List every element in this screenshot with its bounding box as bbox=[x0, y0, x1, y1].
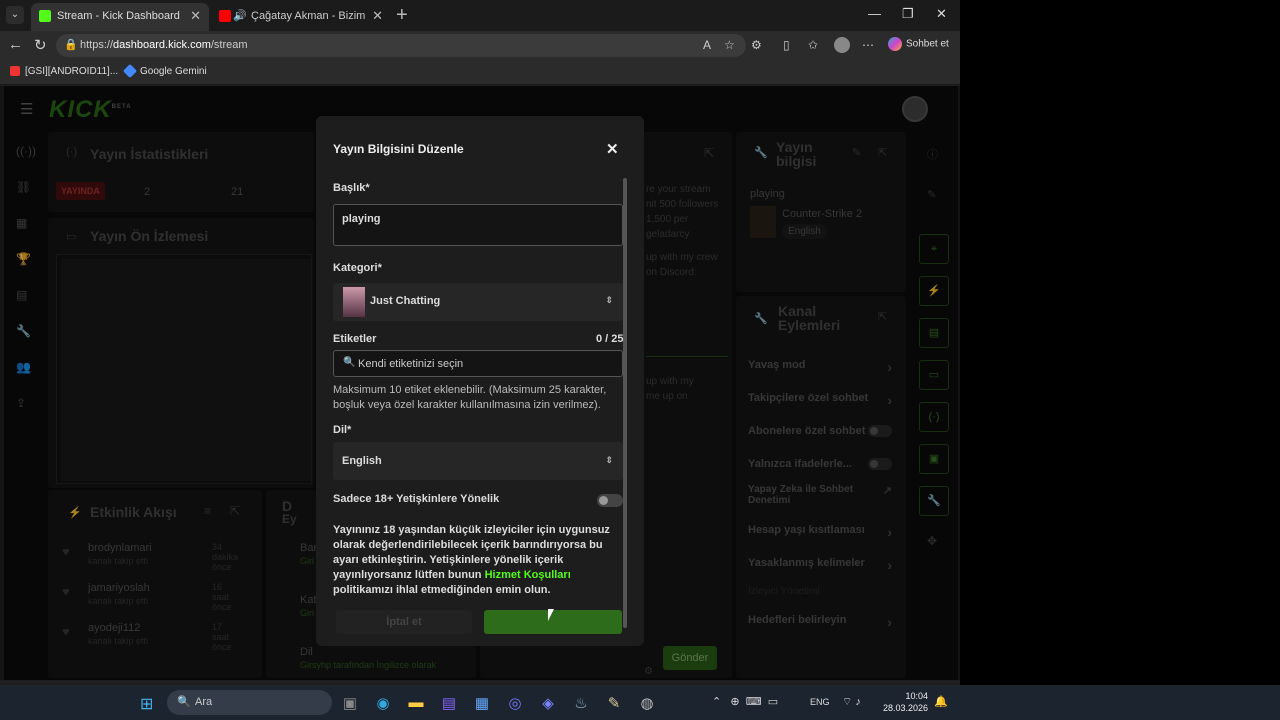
category-thumbnail bbox=[343, 287, 365, 317]
letterbox-area bbox=[960, 0, 1280, 685]
speaker-icon[interactable]: 🔊 bbox=[233, 3, 247, 29]
copilot-icon bbox=[888, 37, 902, 51]
recorder-icon[interactable]: ◍ bbox=[637, 694, 657, 712]
bookmark-gemini[interactable]: Google Gemini bbox=[122, 64, 207, 79]
favorites-icon[interactable]: ✩ bbox=[808, 38, 818, 52]
adult-content-toggle[interactable] bbox=[597, 494, 623, 507]
title-label: Başlık* bbox=[333, 182, 370, 194]
youtube-favicon-icon bbox=[219, 10, 231, 22]
tab-bar: ⌄ Stream - Kick Dashboard ✕ Çağatay Akma… bbox=[0, 0, 960, 31]
search-placeholder: Ara bbox=[195, 696, 213, 708]
favorite-star-icon[interactable]: ☆ bbox=[724, 38, 735, 52]
profile-avatar[interactable] bbox=[834, 37, 850, 53]
browser-window: ⌄ Stream - Kick Dashboard ✕ Çağatay Akma… bbox=[0, 0, 960, 720]
discord-icon[interactable]: ◎ bbox=[505, 694, 525, 712]
modal-title: Yayın Bilgisini Düzenle bbox=[333, 142, 464, 156]
copilot-button[interactable]: Sohbet et bbox=[888, 37, 949, 51]
search-icon: 🔍 bbox=[177, 696, 191, 708]
select-arrows-icon: ⇕ bbox=[605, 455, 613, 465]
close-icon[interactable]: ✕ bbox=[606, 140, 619, 158]
tab-title: Stream - Kick Dashboard bbox=[57, 10, 180, 22]
new-tab-button[interactable]: + bbox=[396, 3, 408, 27]
minimize-button[interactable]: — bbox=[868, 6, 881, 21]
extensions-icon[interactable]: ⚙ bbox=[751, 38, 762, 52]
copilot-label: Sohbet et bbox=[906, 38, 949, 50]
task-view-icon[interactable]: ▣ bbox=[340, 694, 360, 712]
select-arrows-icon: ⇕ bbox=[605, 295, 613, 305]
category-value: Just Chatting bbox=[370, 295, 441, 307]
system-tray[interactable]: ⌃ ⊕ ⌨ ▭ bbox=[712, 695, 778, 708]
mouse-cursor-icon bbox=[548, 609, 554, 621]
url-domain: dashboard.kick.com bbox=[113, 39, 211, 51]
address-toolbar: ← ↻ 🔒 https://dashboard.kick.com/stream … bbox=[0, 31, 960, 60]
tab-kick-dashboard[interactable]: Stream - Kick Dashboard ✕ bbox=[31, 3, 209, 31]
tab-title: Çağatay Akman - Bizim Hikaye bbox=[251, 10, 369, 22]
maximize-button[interactable]: ❐ bbox=[902, 6, 914, 22]
category-select[interactable]: Just Chatting ⇕ bbox=[333, 283, 623, 321]
tab-youtube[interactable]: Çağatay Akman - Bizim Hikaye 🔊 ✕ bbox=[211, 3, 391, 31]
tags-input[interactable]: 🔍 Kendi etiketinizi seçin bbox=[333, 350, 623, 377]
back-arrow-icon[interactable]: ← bbox=[8, 36, 23, 53]
clock-time: 10:04 bbox=[905, 691, 928, 701]
split-screen-icon[interactable]: ▯ bbox=[783, 38, 790, 52]
tags-count: 0 / 25 bbox=[596, 333, 624, 345]
url-bar[interactable]: 🔒 https://dashboard.kick.com/stream bbox=[56, 34, 746, 57]
terms-of-service-link[interactable]: Hizmet Koşulları bbox=[485, 569, 571, 581]
input-language[interactable]: ENG bbox=[810, 697, 830, 707]
notifications-icon[interactable]: 🔔 bbox=[934, 695, 948, 708]
url-scheme: https:// bbox=[80, 39, 114, 51]
close-icon[interactable]: ✕ bbox=[190, 3, 201, 29]
bookmark-label: [GSI][ANDROID11]... bbox=[25, 66, 119, 77]
read-aloud-icon[interactable]: A bbox=[703, 38, 711, 52]
windows-start-icon[interactable]: ⊞ bbox=[140, 694, 153, 714]
adult-desc-text: politikamızı ihlal etmediğinden emin olu… bbox=[333, 584, 551, 596]
app-icon[interactable]: ◈ bbox=[538, 694, 558, 712]
lock-icon: 🔒 bbox=[64, 39, 78, 51]
adult-content-description: Yayınınız 18 yaşından küçük izleyiciler … bbox=[333, 523, 625, 598]
modal-scrollbar[interactable] bbox=[623, 178, 627, 628]
edge-icon[interactable]: ◉ bbox=[373, 694, 393, 712]
tab-actions-menu[interactable]: ⌄ bbox=[6, 6, 24, 24]
taskbar-search[interactable]: 🔍 Ara bbox=[167, 690, 332, 715]
refresh-icon[interactable]: ↻ bbox=[34, 36, 47, 54]
store-icon[interactable]: ▦ bbox=[472, 694, 492, 712]
teams-icon[interactable]: ▤ bbox=[439, 694, 459, 712]
bookmarks-bar: [GSI][ANDROID11]... Google Gemini bbox=[0, 60, 960, 85]
bookmark-gsi[interactable]: [GSI][ANDROID11]... bbox=[10, 66, 118, 77]
notepad-icon[interactable]: ✎ bbox=[604, 694, 624, 712]
gemini-icon bbox=[122, 64, 138, 79]
file-explorer-icon[interactable]: ▬ bbox=[406, 694, 426, 711]
search-icon: 🔍 bbox=[343, 357, 356, 368]
clock[interactable]: 10:04 28.03.2026 bbox=[882, 690, 928, 714]
language-select[interactable]: English ⇕ bbox=[333, 442, 623, 480]
tags-label: Etiketler bbox=[333, 333, 377, 345]
close-window-button[interactable]: ✕ bbox=[936, 6, 947, 22]
wifi-speaker-icon[interactable]: ⌔ ♪ bbox=[842, 695, 861, 709]
language-label: Dil* bbox=[333, 424, 352, 436]
steam-icon[interactable]: ♨ bbox=[571, 694, 591, 712]
bookmark-label: Google Gemini bbox=[140, 66, 207, 77]
category-label: Kategori* bbox=[333, 262, 382, 274]
tags-help-text: Maksimum 10 etiket eklenebilir. (Maksimu… bbox=[333, 384, 607, 411]
more-menu-icon[interactable]: ⋯ bbox=[862, 38, 874, 52]
scrollbar-thumb[interactable] bbox=[623, 178, 627, 628]
close-icon[interactable]: ✕ bbox=[372, 3, 383, 29]
clock-date: 28.03.2026 bbox=[882, 703, 928, 713]
bookmark-icon bbox=[10, 66, 20, 77]
language-value: English bbox=[342, 455, 382, 467]
cancel-button[interactable]: İptal et bbox=[336, 610, 472, 634]
kick-favicon-icon bbox=[39, 10, 51, 22]
stream-title-input[interactable]: playing bbox=[333, 204, 623, 246]
tags-placeholder: Kendi etiketinizi seçin bbox=[358, 358, 464, 370]
url-path: /stream bbox=[210, 39, 248, 51]
windows-taskbar: ⊞ 🔍 Ara ▣ ◉ ▬ ▤ ▦ ◎ ◈ ♨ ✎ ◍ ⌃ ⊕ ⌨ ▭ ENG ⌔… bbox=[0, 685, 1280, 720]
edit-stream-info-modal: Yayın Bilgisini Düzenle ✕ Başlık* playin… bbox=[316, 116, 644, 646]
adult-content-label: Sadece 18+ Yetişkinlere Yönelik bbox=[333, 493, 500, 505]
